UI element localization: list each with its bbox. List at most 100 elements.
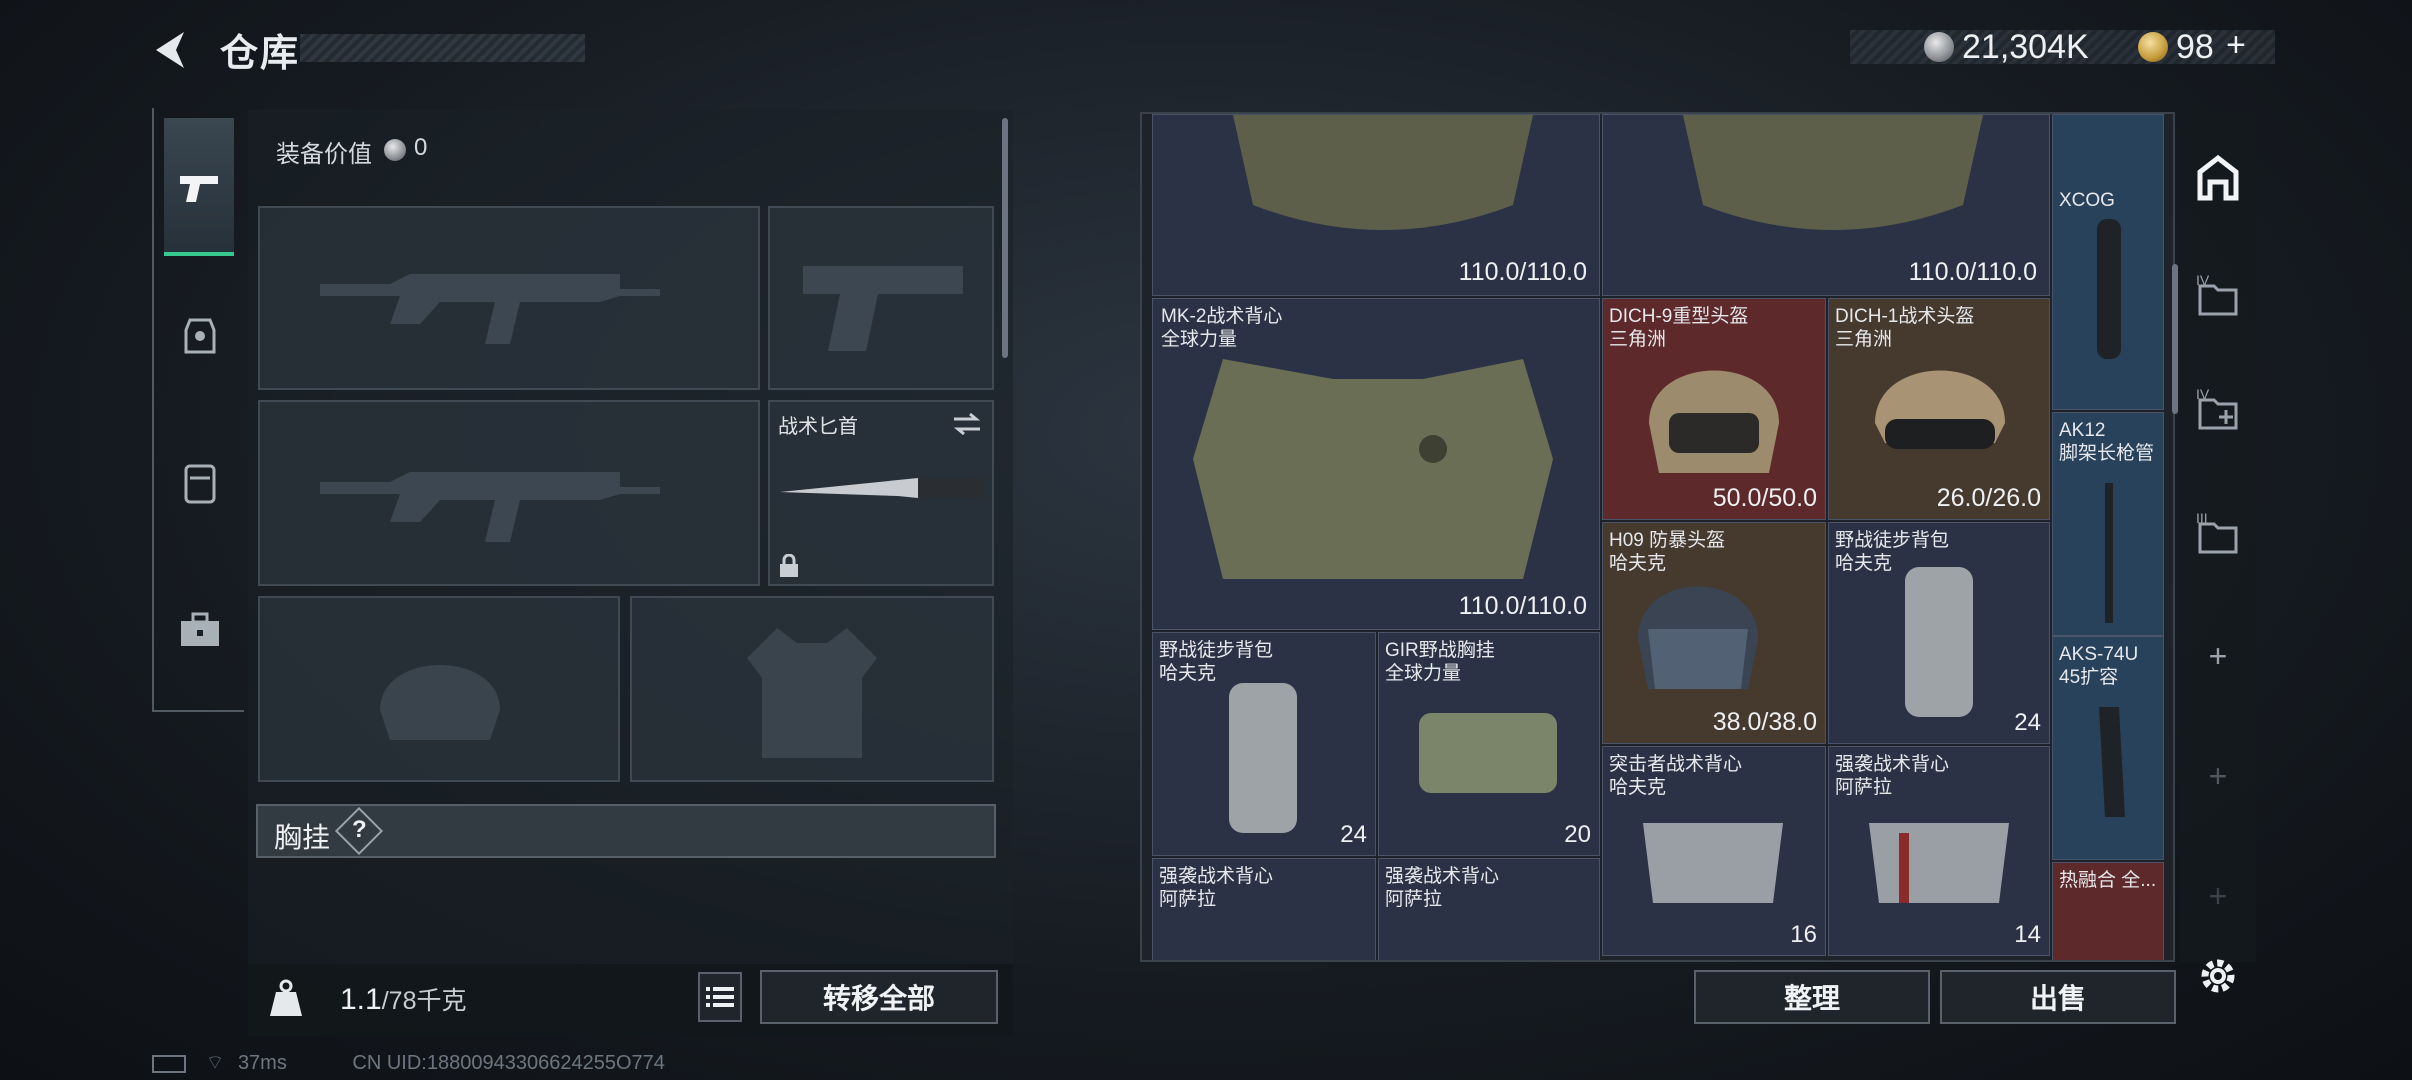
chest-rig-icon [1419, 713, 1557, 793]
stash-tab-4b[interactable]: IV [2190, 384, 2246, 440]
currency-balance: 21,304K [1962, 28, 2089, 66]
stash-item[interactable]: DICH-9重型头盔 三角洲 50.0/50.0 [1602, 298, 1826, 520]
stash-item[interactable]: AK12 脚架长枪管 [2052, 412, 2164, 636]
page-title: 仓库 [220, 33, 301, 75]
item-name: AKS-74U 45扩容 [2059, 644, 2139, 688]
stash-item[interactable]: 热融合 全... [2052, 862, 2164, 960]
armor-slot[interactable] [630, 596, 994, 782]
item-capacity: 20 [1564, 821, 1591, 848]
add-currency-button[interactable]: + [2226, 26, 2246, 65]
stash-item[interactable]: 强袭战术背心 阿萨拉 [1378, 858, 1600, 960]
item-durability: 50.0/50.0 [1712, 484, 1817, 512]
stash-item[interactable]: H09 防暴头盔 哈夫克 38.0/38.0 [1602, 522, 1826, 744]
list-icon [706, 987, 734, 1007]
stash-item[interactable]: 强袭战术背心 阿萨拉 14 [1828, 746, 2050, 956]
item-durability: 110.0/110.0 [1458, 258, 1587, 286]
riot-helmet-icon [1638, 586, 1758, 689]
stash-item[interactable]: 强袭战术背心 阿萨拉 [1152, 858, 1376, 960]
tactical-vest-icon [1193, 359, 1553, 579]
equipment-value: 0 [414, 134, 428, 161]
gear-icon [2201, 959, 2235, 993]
stash-item[interactable]: 突击者战术背心 哈夫克 16 [1602, 746, 1826, 956]
weight-max: /78千克 [381, 987, 467, 1015]
stash-scrollbar[interactable] [2172, 264, 2178, 414]
status-bar: ⌔ 37ms CN UID:18800943306624255O774 [152, 1050, 665, 1075]
loadout-scrollbar[interactable] [1002, 118, 1008, 358]
item-capacity: 16 [1790, 921, 1817, 948]
stash-item[interactable]: DICH-1战术头盔 三角洲 26.0/26.0 [1828, 298, 2050, 520]
weight-current: 1.1 [340, 983, 382, 1016]
item-durability: 110.0/110.0 [1458, 592, 1587, 620]
item-name: 强袭战术背心 阿萨拉 [1159, 866, 1274, 910]
armor-silhouette-icon [747, 628, 877, 758]
settings-button[interactable] [2190, 948, 2246, 1004]
heavy-helmet-icon [1649, 370, 1779, 473]
premium-currency: 98 [2176, 28, 2214, 66]
tab-case-icon[interactable] [172, 602, 228, 658]
list-view-button[interactable] [698, 972, 742, 1022]
uid-text: CN UID:18800943306624255O774 [352, 1052, 665, 1074]
item-name: XCOG [2059, 190, 2115, 211]
sort-button[interactable]: 整理 [1694, 970, 1930, 1024]
stash-tab-4[interactable]: IV [2190, 270, 2246, 326]
item-durability: 38.0/38.0 [1712, 708, 1817, 736]
rifle-silhouette-icon [320, 472, 660, 542]
stash-item[interactable]: XCOG [2052, 114, 2164, 410]
tactical-helmet-icon [1875, 370, 2005, 449]
magazine-icon [2099, 707, 2125, 817]
vest-icon [1683, 115, 1983, 230]
chest-rig-label: 胸挂 [274, 822, 331, 853]
add-stash-tab-button[interactable]: + [2190, 868, 2246, 924]
add-stash-tab-button[interactable]: + [2190, 628, 2246, 684]
stash-item[interactable]: 野战徒步背包 哈夫克 24 [1828, 522, 2050, 744]
stash-item[interactable]: 110.0/110.0 [1152, 114, 1600, 296]
add-stash-tab-button[interactable]: + [2190, 748, 2246, 804]
silver-coin-icon [384, 139, 406, 161]
tab-armor-icon[interactable] [172, 308, 228, 364]
knife-slot[interactable]: 战术匕首 [768, 400, 994, 586]
battery-icon [152, 1054, 186, 1073]
vest-icon [1869, 823, 2009, 903]
primary-weapon-slot[interactable] [258, 206, 760, 390]
item-name: GIR野战胸挂 全球力量 [1385, 640, 1495, 684]
stash-item[interactable]: AKS-74U 45扩容 [2052, 636, 2164, 860]
stash-item[interactable]: MK-2战术背心 全球力量 110.0/110.0 [1152, 298, 1600, 630]
pistol-icon [172, 160, 228, 216]
item-name: 强袭战术背心 阿萨拉 [1835, 754, 1950, 798]
stash-home-icon[interactable] [2190, 150, 2246, 206]
stash-tab-3[interactable]: III [2190, 508, 2246, 564]
sell-button[interactable]: 出售 [1940, 970, 2176, 1024]
helmet-slot[interactable] [258, 596, 620, 782]
equipment-value-label: 装备价值 [276, 141, 372, 168]
swap-icon[interactable] [952, 412, 982, 436]
pistol-silhouette-icon [803, 266, 963, 351]
transfer-all-button[interactable]: 转移全部 [760, 970, 998, 1024]
vest-icon [1233, 115, 1533, 230]
title-decoration [300, 34, 585, 62]
backpack-icon [1905, 567, 1973, 717]
item-durability: 26.0/26.0 [1936, 484, 2041, 512]
lock-icon [780, 554, 798, 577]
stash-grid: 110.0/110.0 110.0/110.0 MK-2战术背心 全球力量 110… [1140, 112, 2175, 962]
silver-coin-icon [1924, 32, 1954, 62]
item-name: 突击者战术背心 哈夫克 [1609, 754, 1743, 798]
tab-backpack-icon[interactable] [172, 454, 228, 510]
ping-text: 37ms [237, 1052, 287, 1074]
back-button[interactable] [150, 28, 194, 72]
chest-rig-section[interactable]: 胸挂 ? [256, 804, 996, 858]
help-mark: ? [352, 816, 367, 843]
stash-item[interactable]: GIR野战胸挂 全球力量 20 [1378, 632, 1600, 856]
secondary-weapon-slot[interactable] [258, 400, 760, 586]
stash-item[interactable]: 野战徒步背包 哈夫克 24 [1152, 632, 1376, 856]
item-name: 热融合 全... [2059, 870, 2157, 891]
vest-icon [1643, 823, 1783, 903]
item-name: 强袭战术背心 阿萨拉 [1385, 866, 1500, 910]
stash-item[interactable]: 110.0/110.0 [1602, 114, 2050, 296]
tier-label: IV [2196, 386, 2210, 402]
item-durability: 110.0/110.0 [1908, 258, 2037, 286]
scope-icon [2097, 219, 2121, 359]
item-capacity: 24 [1340, 821, 1367, 848]
tactical-knife-icon [780, 478, 984, 498]
barrel-icon [2105, 483, 2113, 623]
sidearm-slot[interactable] [768, 206, 994, 390]
